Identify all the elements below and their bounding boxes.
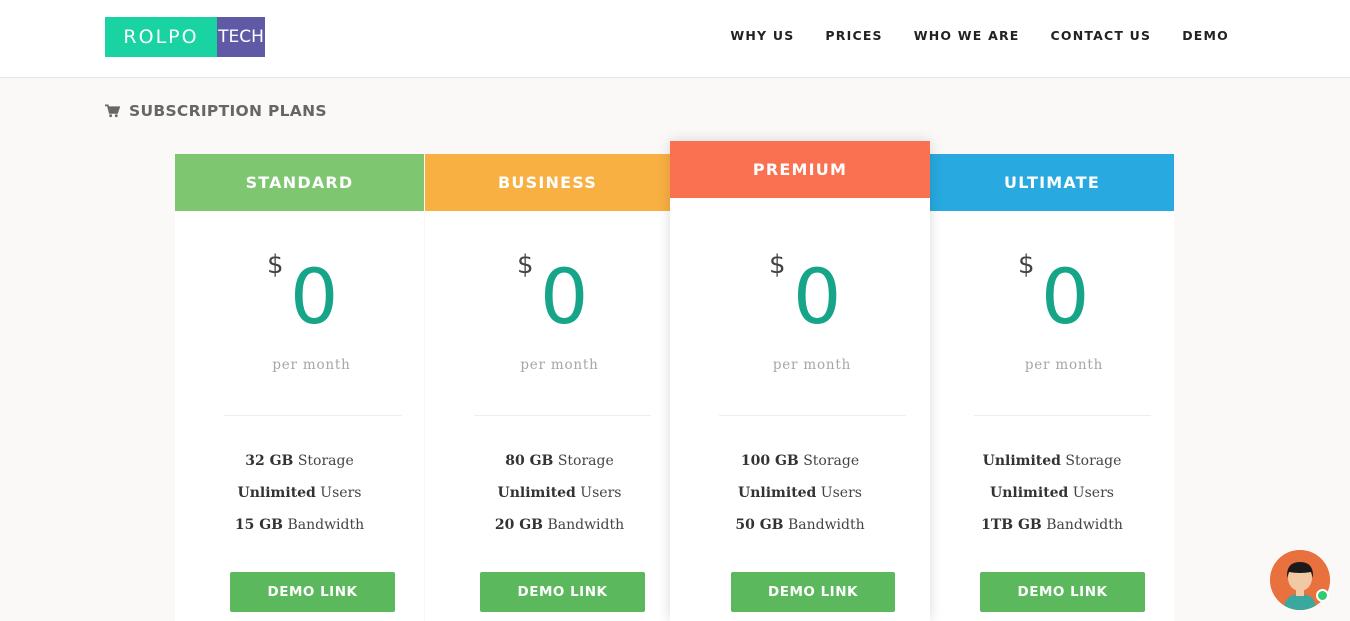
- price-amount: 0: [1041, 252, 1090, 341]
- plan-ultimate: ULTIMATE $ 0 per month Unlimited Storage…: [930, 154, 1174, 621]
- section-title: SUBSCRIPTION PLANS: [105, 102, 327, 120]
- currency-symbol: $: [517, 250, 534, 280]
- feature-value: Unlimited: [990, 485, 1069, 501]
- feature-label: Users: [315, 485, 362, 501]
- feature-item: 32 GB Storage: [175, 445, 424, 477]
- feature-value: Unlimited: [237, 485, 316, 501]
- feature-value: 100 GB: [740, 453, 799, 469]
- feature-label: Bandwidth: [543, 517, 625, 533]
- price-period: per month: [1024, 357, 1104, 373]
- section-title-text: SUBSCRIPTION PLANS: [129, 102, 327, 120]
- divider: [719, 415, 906, 416]
- nav-contact-us[interactable]: CONTACT US: [1051, 28, 1152, 43]
- feature-value: 50 GB: [735, 517, 784, 533]
- plan-standard: STANDARD $ 0 per month 32 GB Storage Unl…: [175, 154, 424, 621]
- feature-value: 15 GB: [234, 517, 283, 533]
- feature-label: Bandwidth: [1041, 517, 1123, 533]
- feature-item: Unlimited Users: [437, 477, 682, 509]
- feature-label: Bandwidth: [283, 517, 365, 533]
- feature-value: Unlimited: [738, 485, 817, 501]
- feature-item: 80 GB Storage: [437, 445, 682, 477]
- feature-label: Storage: [293, 453, 354, 469]
- logo-right-text: TECH: [217, 17, 265, 57]
- demo-link-button[interactable]: DEMO LINK: [731, 572, 895, 612]
- feature-label: Storage: [798, 453, 860, 469]
- nav-why-us[interactable]: WHY US: [730, 28, 794, 43]
- divider: [474, 415, 651, 416]
- price-amount: 0: [540, 252, 589, 341]
- currency-symbol: $: [1018, 250, 1035, 280]
- feature-label: Storage: [553, 453, 614, 469]
- feature-item: 15 GB Bandwidth: [175, 509, 424, 541]
- feature-item: 1TB GB Bandwidth: [930, 509, 1174, 541]
- feature-list: 32 GB Storage Unlimited Users 15 GB Band…: [175, 445, 424, 541]
- feature-value: 32 GB: [245, 453, 294, 469]
- plan-header: BUSINESS: [425, 154, 670, 211]
- price-amount: 0: [793, 252, 842, 341]
- plan-header: STANDARD: [175, 154, 424, 211]
- feature-label: Bandwidth: [783, 517, 865, 533]
- feature-value: 1TB GB: [981, 517, 1042, 533]
- divider: [224, 415, 402, 416]
- feature-item: Unlimited Storage: [930, 445, 1174, 477]
- nav-who-we-are[interactable]: WHO WE ARE: [914, 28, 1020, 43]
- feature-item: 20 GB Bandwidth: [437, 509, 682, 541]
- divider: [974, 415, 1151, 416]
- feature-list: 80 GB Storage Unlimited Users 20 GB Band…: [437, 445, 682, 541]
- feature-value: 80 GB: [505, 453, 554, 469]
- feature-item: Unlimited Users: [670, 477, 930, 509]
- price-amount: 0: [290, 252, 339, 341]
- feature-item: Unlimited Users: [930, 477, 1174, 509]
- main-nav: WHY US PRICES WHO WE ARE CONTACT US DEMO: [730, 28, 1229, 43]
- demo-link-button[interactable]: DEMO LINK: [480, 572, 645, 612]
- feature-item: 100 GB Storage: [670, 445, 930, 477]
- nav-prices[interactable]: PRICES: [825, 28, 882, 43]
- price-period: per month: [272, 357, 351, 373]
- price-period: per month: [772, 357, 852, 373]
- logo-left-text: ROLPO: [105, 17, 217, 57]
- online-status-dot: [1316, 589, 1329, 602]
- plan-header: ULTIMATE: [930, 154, 1174, 211]
- plan-premium: PREMIUM $ 0 per month 100 GB Storage Unl…: [670, 141, 930, 621]
- currency-symbol: $: [267, 250, 284, 280]
- feature-list: 100 GB Storage Unlimited Users 50 GB Ban…: [670, 445, 930, 541]
- feature-item: 50 GB Bandwidth: [670, 509, 930, 541]
- feature-label: Users: [816, 485, 862, 501]
- feature-value: 20 GB: [494, 517, 543, 533]
- feature-value: Unlimited: [497, 485, 576, 501]
- demo-link-button[interactable]: DEMO LINK: [980, 572, 1145, 612]
- feature-item: Unlimited Users: [175, 477, 424, 509]
- demo-link-button[interactable]: DEMO LINK: [230, 572, 395, 612]
- feature-label: Users: [1068, 485, 1114, 501]
- plan-header: PREMIUM: [670, 141, 930, 198]
- logo[interactable]: ROLPO TECH: [105, 17, 265, 57]
- plan-business: BUSINESS $ 0 per month 80 GB Storage Unl…: [425, 154, 670, 621]
- site-header: ROLPO TECH WHY US PRICES WHO WE ARE CONT…: [0, 0, 1350, 78]
- currency-symbol: $: [769, 250, 786, 280]
- feature-value: Unlimited: [982, 453, 1061, 469]
- feature-label: Storage: [1060, 453, 1122, 469]
- nav-demo[interactable]: DEMO: [1182, 28, 1229, 43]
- price-period: per month: [520, 357, 599, 373]
- feature-label: Users: [575, 485, 622, 501]
- cart-icon: [105, 104, 120, 118]
- feature-list: Unlimited Storage Unlimited Users 1TB GB…: [930, 445, 1174, 541]
